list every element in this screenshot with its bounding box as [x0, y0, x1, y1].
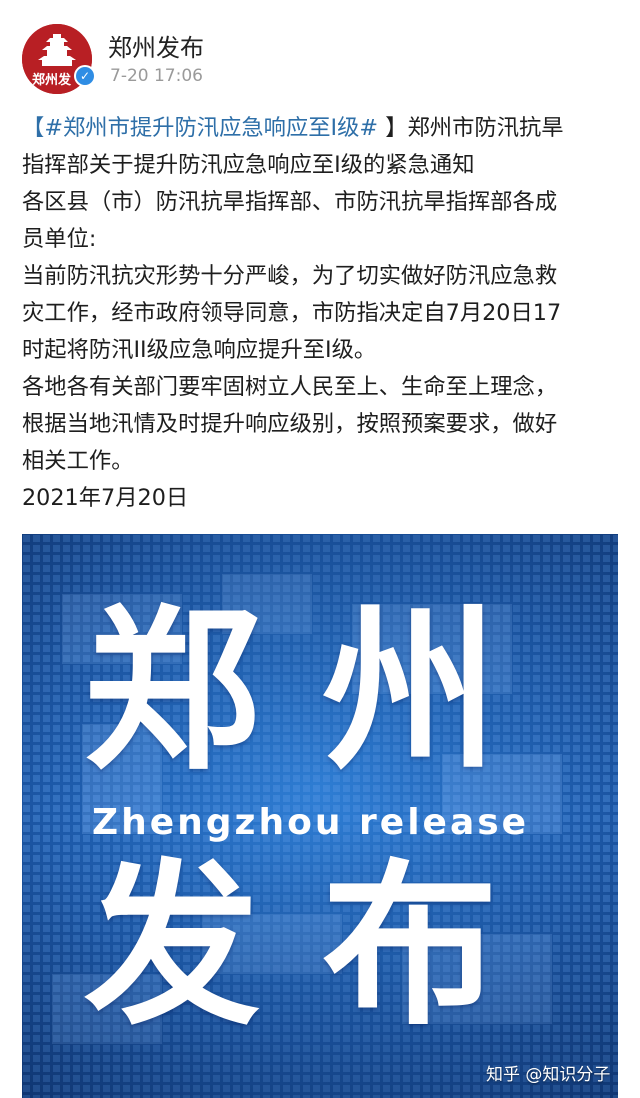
hashtag-link[interactable]: #郑州市提升防汛应急响应至I级#	[44, 115, 378, 141]
post-timestamp: 7-20 17:06	[110, 66, 203, 86]
post-line: 【#郑州市提升防汛应急响应至I级# 】郑州市防汛抗旱	[22, 110, 622, 147]
title-char-4: 布	[322, 844, 499, 1049]
post-line-text: 】郑州市防汛抗旱	[378, 115, 564, 141]
hashtag-open-bracket[interactable]: 【	[22, 115, 44, 141]
post-line: 灾工作，经市政府领导同意，市防指决定自7月20日17	[22, 300, 562, 326]
post-date: 2021年7月20日	[22, 485, 189, 511]
title-char-2: 州	[322, 589, 499, 794]
avatar-label: 郑州发	[32, 73, 72, 88]
title-char-1: 郑	[84, 589, 261, 794]
post-line: 当前防汛抗灾形势十分严峻，为了切实做好防汛应急救	[22, 263, 558, 289]
post-line: 员单位:	[22, 226, 97, 252]
post-image[interactable]: 郑 州 Zhengzhou release 发 布	[22, 534, 618, 1098]
title-char-3: 发	[84, 844, 261, 1049]
verified-badge-icon: ✓	[74, 65, 96, 87]
post-line: 指挥部关于提升防汛应急响应至I级的紧急通知	[22, 152, 475, 178]
post-line: 相关工作。	[22, 448, 134, 474]
post-line: 各区县（市）防汛抗旱指挥部、市防汛抗旱指挥部各成	[22, 189, 558, 215]
post-line: 各地各有关部门要牢固树立人民至上、生命至上理念，	[22, 374, 558, 400]
post-line: 根据当地汛情及时提升响应级别，按照预案要求，做好	[22, 411, 558, 437]
english-subtitle: Zhengzhou release	[92, 802, 530, 843]
post-header: 郑州发 ✓ 郑州发布 7-20 17:06	[0, 0, 640, 110]
post-text: 【#郑州市提升防汛应急响应至I级# 】郑州市防汛抗旱 指挥部关于提升防汛应急响应…	[22, 110, 622, 517]
post-line: 时起将防汛II级应急响应提升至I级。	[22, 337, 377, 363]
account-name[interactable]: 郑州发布	[108, 28, 204, 63]
source-watermark: 知乎 @知识分子	[486, 1065, 611, 1085]
